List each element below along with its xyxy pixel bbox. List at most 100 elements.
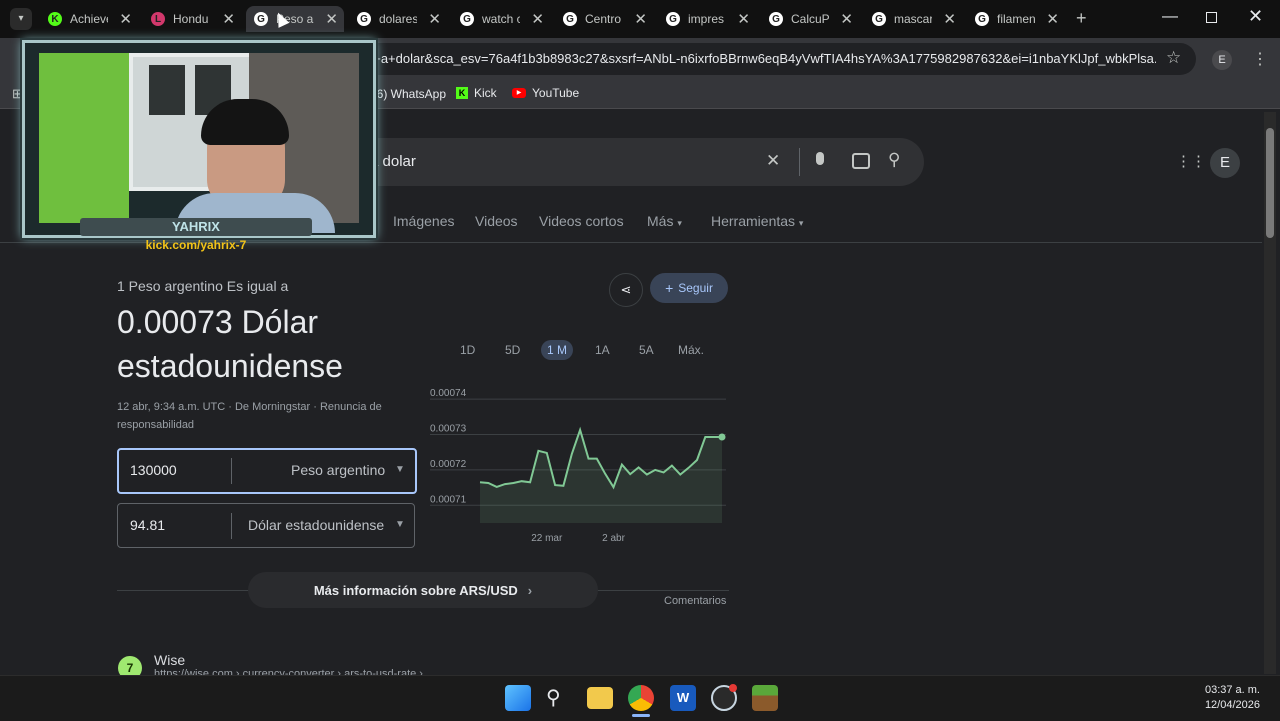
address-bar[interactable]: o+a+dolar&sca_esv=76a4f1b3b8983c27&sxsrf…	[330, 43, 1196, 75]
tab-close-icon[interactable]: ✕	[325, 10, 338, 28]
chevron-down-icon[interactable]: ▼	[395, 519, 405, 530]
camera-search-icon[interactable]	[852, 153, 870, 169]
from-currency-select[interactable]: Peso argentino	[291, 462, 385, 478]
bookmark-star-icon[interactable]: ☆	[1166, 48, 1181, 68]
search-box[interactable]: a dolar ✕ ⚲	[330, 138, 924, 186]
to-amount-input[interactable]: 94.81	[130, 517, 165, 533]
range-1a[interactable]: 1A	[595, 343, 610, 357]
clock-time[interactable]: 03:37 a. m.	[1180, 684, 1260, 696]
tab-close-icon[interactable]: ✕	[737, 10, 750, 28]
y-tick-label: 0.00071	[430, 494, 467, 505]
chevron-down-icon: ▾	[798, 218, 804, 228]
tab-favicon-icon: K	[48, 12, 62, 26]
tab-1[interactable]: L Hondu ✕	[143, 6, 241, 32]
bookmark-youtube[interactable]: ▶ YouTube	[512, 86, 579, 100]
x-tick-label: 22 mar	[531, 533, 563, 544]
range-1d[interactable]: 1D	[460, 343, 475, 357]
clock-date[interactable]: 12/04/2026	[1180, 699, 1260, 711]
share-button[interactable]: ⋖	[609, 273, 643, 307]
tab-close-icon[interactable]: ✕	[222, 10, 235, 28]
tab-8[interactable]: Gmascar ✕	[864, 6, 962, 32]
webcam-window-pane	[149, 65, 185, 115]
youtube-icon: ▶	[512, 88, 526, 98]
last-point-marker	[718, 433, 726, 441]
microphone-icon[interactable]	[816, 152, 824, 165]
divider	[231, 458, 232, 484]
nav-item-short-videos[interactable]: Videos cortos	[539, 213, 624, 229]
search-icon[interactable]: ⚲	[546, 685, 561, 710]
tab-favicon-icon: G	[975, 12, 989, 26]
restore-button[interactable]	[1206, 12, 1217, 23]
tab-favicon-icon: G	[563, 12, 577, 26]
range-1m[interactable]: 1 M	[541, 340, 573, 360]
minecraft-icon[interactable]	[752, 685, 778, 711]
nav-item-tools[interactable]: Herramientas ▾	[711, 213, 803, 229]
profile-avatar[interactable]: E	[1212, 50, 1232, 70]
chrome-icon[interactable]	[628, 685, 654, 711]
tab-close-icon[interactable]: ✕	[943, 10, 956, 28]
tab-7[interactable]: G CalcuPr ✕	[761, 6, 859, 32]
disclaimer-link[interactable]: responsabilidad	[117, 416, 382, 434]
tab-2[interactable]: G Peso ar ✕	[246, 6, 344, 32]
bookmark-kick[interactable]: K Kick	[456, 86, 497, 100]
account-avatar[interactable]: E	[1210, 148, 1240, 178]
webcam-overlay	[22, 40, 376, 238]
streamer-name: YAHRIX	[172, 219, 220, 234]
notification-dot	[729, 684, 737, 692]
nav-item-videos[interactable]: Videos	[475, 213, 518, 229]
menu-icon[interactable]: ⋮	[1252, 49, 1268, 69]
tab-close-icon[interactable]: ✕	[531, 10, 544, 28]
tab-9[interactable]: Gfilamen ✕	[967, 6, 1065, 32]
to-amount-box[interactable]: 94.81 Dólar estadounidense ▼	[117, 503, 415, 548]
from-amount-input[interactable]: 130000	[130, 462, 177, 478]
clear-icon[interactable]: ✕	[766, 151, 780, 171]
to-currency-select[interactable]: Dólar estadounidense	[248, 517, 384, 533]
scrollbar-thumb[interactable]	[1266, 128, 1274, 238]
feedback-link[interactable]: Comentarios	[664, 595, 726, 607]
search-icon[interactable]: ⚲	[888, 150, 900, 170]
windows-start-icon[interactable]	[505, 685, 531, 711]
tab-favicon-icon: G	[872, 12, 886, 26]
tab-title: watch c	[482, 12, 520, 26]
chevron-down-icon: ▾	[677, 218, 682, 228]
new-tab-button[interactable]: +	[1076, 8, 1087, 29]
tab-4[interactable]: Gwatch c ✕	[452, 6, 550, 32]
from-amount-box[interactable]: 130000 Peso argentino ▼	[117, 448, 417, 494]
word-icon[interactable]: W	[670, 685, 696, 711]
tab-strip: ▾ KAchieve✕LHondu✕GPeso ar✕Gdolares✕Gwat…	[0, 0, 1280, 38]
follow-button[interactable]: + Seguir	[650, 273, 728, 303]
exchange-rate-chart: 0.00074 0.00073 0.00072 0.00071 22 mar 2 abr	[430, 388, 726, 544]
range-5d[interactable]: 5D	[505, 343, 520, 357]
result-site-name[interactable]: Wise	[154, 652, 185, 668]
tab-close-icon[interactable]: ✕	[1046, 10, 1059, 28]
tab-close-icon[interactable]: ✕	[428, 10, 441, 28]
tab-title: Centro	[585, 12, 622, 26]
range-max[interactable]: Máx.	[678, 343, 704, 357]
more-info-button[interactable]: Más información sobre ARS/USD ›	[248, 572, 598, 608]
streamer-url: kick.com/yahrix-7	[145, 238, 247, 252]
range-5a[interactable]: 5A	[639, 343, 654, 357]
search-query[interactable]: a dolar	[370, 153, 416, 170]
tab-0[interactable]: K Achieve ✕	[40, 6, 138, 32]
tab-close-icon[interactable]: ✕	[119, 10, 132, 28]
tab-search-icon[interactable]: ▾	[10, 8, 32, 30]
y-tick-label: 0.00072	[430, 459, 467, 470]
nav-item-images[interactable]: Imágenes	[393, 213, 454, 229]
tab-close-icon[interactable]: ✕	[840, 10, 853, 28]
y-tick-label: 0.00074	[430, 388, 467, 399]
result-site-url[interactable]: https://wise.com › currency-converter › …	[154, 668, 454, 675]
bookmark-label: YouTube	[532, 86, 580, 100]
converter-heading: 1 Peso argentino Es igual a	[117, 278, 289, 294]
chevron-down-icon[interactable]: ▼	[395, 464, 405, 475]
bookmark-whatsapp[interactable]: (46) WhatsApp	[366, 87, 446, 101]
tab-3[interactable]: Gdolares ✕	[349, 6, 447, 32]
tab-close-icon[interactable]: ✕	[634, 10, 647, 28]
minimize-button[interactable]: —	[1162, 8, 1178, 26]
tab-5[interactable]: G Centro ✕	[555, 6, 653, 32]
nav-item-more[interactable]: Más ▾	[647, 213, 682, 229]
follow-label: Seguir	[678, 281, 713, 295]
file-explorer-icon[interactable]	[587, 687, 613, 709]
tab-title: Achieve	[70, 12, 108, 26]
tab-6[interactable]: Gimpres ✕	[658, 6, 756, 32]
close-window-button[interactable]: ✕	[1248, 6, 1263, 27]
